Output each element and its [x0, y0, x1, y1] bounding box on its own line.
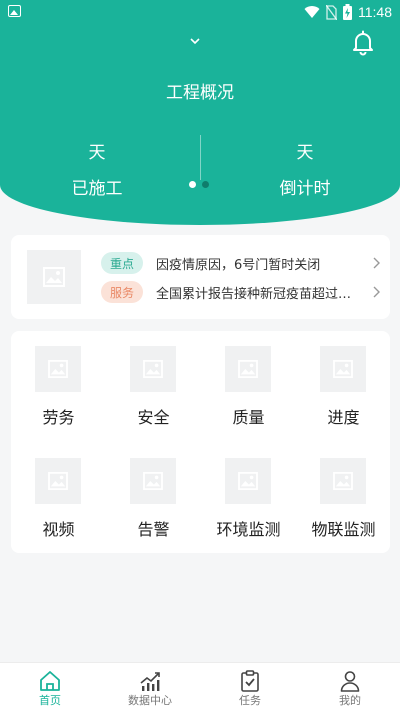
image-placeholder: [225, 458, 271, 504]
stat-constructed-value: 天: [88, 143, 106, 163]
image-placeholder-icon: [48, 472, 68, 490]
image-placeholder-icon: [238, 472, 258, 490]
module-environment[interactable]: 环境监测: [201, 443, 296, 543]
tab-label: 我的: [339, 694, 361, 707]
stat-constructed: 天 已施工: [7, 138, 187, 199]
image-placeholder-icon: [143, 360, 163, 378]
tag-service: 服务: [101, 281, 143, 303]
clipboard-check-icon: [241, 670, 259, 692]
no-sim-icon: [326, 4, 337, 20]
stat-constructed-label: 已施工: [71, 179, 123, 199]
page-dot[interactable]: [202, 181, 209, 188]
tab-label: 数据中心: [128, 694, 172, 707]
gallery-notification-icon: [8, 5, 21, 17]
image-placeholder-icon: [238, 360, 258, 378]
module-label: 物联监测: [311, 520, 376, 539]
chevron-right-icon: [373, 286, 380, 298]
image-placeholder: [35, 458, 81, 504]
stat-countdown-label: 倒计时: [279, 179, 331, 199]
chevron-down-icon[interactable]: [187, 34, 203, 48]
module-video[interactable]: 视频: [11, 443, 106, 543]
tab-profile[interactable]: 我的: [300, 663, 400, 711]
stat-countdown: 天 倒计时: [215, 138, 395, 199]
bell-icon[interactable]: [349, 28, 377, 56]
chevron-right-icon: [373, 257, 380, 269]
module-label: 劳务: [42, 408, 75, 427]
image-placeholder: [320, 458, 366, 504]
image-placeholder: [130, 458, 176, 504]
image-placeholder-icon: [48, 360, 68, 378]
module-label: 环境监测: [216, 520, 281, 539]
module-progress[interactable]: 进度: [296, 331, 391, 431]
tab-label: 任务: [239, 694, 261, 707]
tab-label: 首页: [39, 694, 61, 707]
tab-home[interactable]: 首页: [0, 663, 100, 711]
status-bar: 11:48: [0, 0, 400, 24]
header-banner: 11:48 工程概况 天 已施工 天 倒计时: [0, 0, 400, 225]
module-labor[interactable]: 劳务: [11, 331, 106, 431]
module-quality[interactable]: 质量: [201, 331, 296, 431]
module-label: 质量: [232, 408, 265, 427]
notice-card: 重点 因疫情原因，6号门暂时关闭 服务 全国累计报告接种新冠疫苗超过10亿剂次: [11, 235, 390, 319]
image-placeholder-icon: [43, 267, 65, 287]
module-alarm[interactable]: 告警: [106, 443, 201, 543]
image-placeholder-icon: [333, 360, 353, 378]
module-safety[interactable]: 安全: [106, 331, 201, 431]
tab-tasks[interactable]: 任务: [200, 663, 300, 711]
home-icon: [40, 671, 60, 691]
notice-text: 因疫情原因，6号门暂时关闭: [156, 257, 321, 273]
status-icons: 11:48: [304, 2, 392, 22]
user-icon: [340, 671, 360, 692]
image-placeholder: [35, 346, 81, 392]
module-grid: 劳务 安全 质量 进度 视频 告警 环境监测 物联监测: [11, 331, 390, 553]
bottom-tab-bar: 首页 数据中心 任务 我的: [0, 662, 400, 711]
notice-item-key[interactable]: 重点 因疫情原因，6号门暂时关闭: [101, 251, 381, 275]
image-placeholder: [130, 346, 176, 392]
page-indicator: [189, 181, 209, 188]
notice-item-service[interactable]: 服务 全国累计报告接种新冠疫苗超过10亿剂次: [101, 280, 381, 304]
tab-data-center[interactable]: 数据中心: [100, 663, 200, 711]
wifi-icon: [304, 6, 320, 19]
image-placeholder: [320, 346, 366, 392]
stat-countdown-value: 天: [296, 143, 314, 163]
battery-charging-icon: [343, 4, 352, 20]
stat-divider: [200, 135, 201, 180]
status-time: 11:48: [358, 4, 392, 20]
module-label: 告警: [137, 520, 170, 539]
chart-icon: [140, 672, 160, 691]
notice-text: 全国累计报告接种新冠疫苗超过10亿剂次: [156, 286, 352, 302]
page-dot-active[interactable]: [189, 181, 196, 188]
image-placeholder-icon: [143, 472, 163, 490]
module-label: 安全: [137, 408, 170, 427]
notice-image-placeholder: [27, 250, 81, 304]
module-iot[interactable]: 物联监测: [296, 443, 391, 543]
tag-key: 重点: [101, 252, 143, 274]
image-placeholder: [225, 346, 271, 392]
page-title: 工程概况: [166, 83, 234, 103]
module-label: 进度: [327, 408, 360, 427]
module-label: 视频: [42, 520, 75, 539]
image-placeholder-icon: [333, 472, 353, 490]
